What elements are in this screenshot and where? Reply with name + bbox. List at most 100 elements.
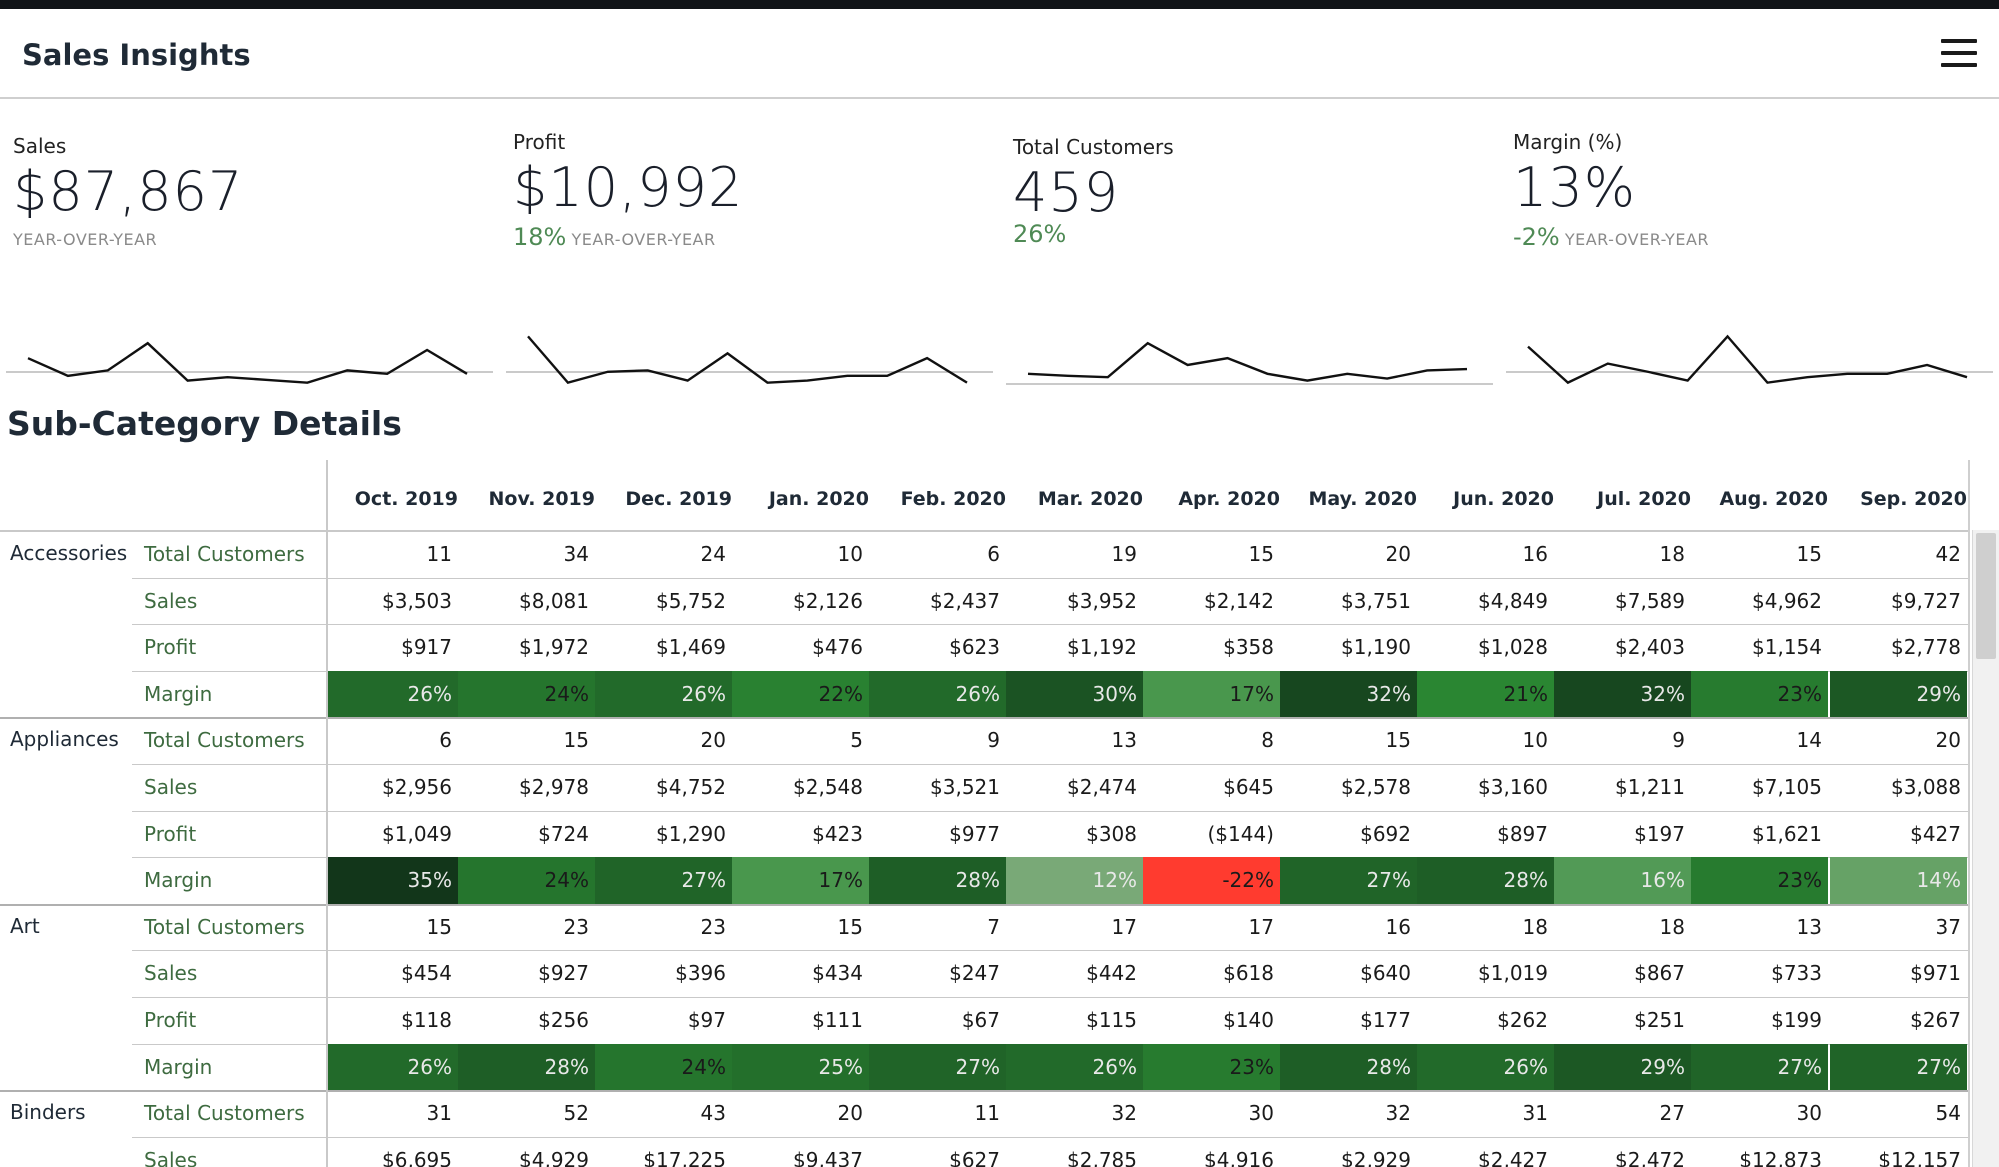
sales-cell[interactable]: $1,019 bbox=[1417, 950, 1554, 997]
sales-cell[interactable]: $3,521 bbox=[869, 764, 1006, 811]
sales-cell[interactable]: $3,503 bbox=[321, 578, 458, 625]
margin-cell[interactable]: 29% bbox=[1554, 1043, 1691, 1091]
customers-cell[interactable]: 20 bbox=[732, 1090, 869, 1137]
margin-cell[interactable]: 28% bbox=[869, 857, 1006, 904]
sales-cell[interactable]: $2,472 bbox=[1554, 1137, 1691, 1167]
margin-cell[interactable]: 17% bbox=[1143, 670, 1280, 718]
sales-cell[interactable]: $2,142 bbox=[1143, 578, 1280, 625]
margin-cell[interactable]: 27% bbox=[1691, 1043, 1828, 1091]
profit-cell[interactable]: $1,028 bbox=[1417, 624, 1554, 671]
profit-cell[interactable]: $111 bbox=[732, 997, 869, 1044]
customers-cell[interactable]: 32 bbox=[1280, 1090, 1417, 1137]
sales-cell[interactable]: $9,727 bbox=[1830, 578, 1967, 625]
profit-cell[interactable]: $1,192 bbox=[1006, 624, 1143, 671]
customers-cell[interactable]: 23 bbox=[458, 904, 595, 951]
customers-cell[interactable]: 5 bbox=[732, 717, 869, 764]
customers-cell[interactable]: 37 bbox=[1830, 904, 1967, 951]
profit-cell[interactable]: $2,403 bbox=[1554, 624, 1691, 671]
margin-cell[interactable]: 27% bbox=[869, 1043, 1006, 1091]
sales-cell[interactable]: $2,427 bbox=[1417, 1137, 1554, 1167]
margin-cell[interactable]: 24% bbox=[595, 1043, 732, 1091]
customers-cell[interactable]: 27 bbox=[1554, 1090, 1691, 1137]
margin-cell[interactable]: 25% bbox=[732, 1043, 869, 1091]
sales-cell[interactable]: $4,929 bbox=[458, 1137, 595, 1167]
profit-cell[interactable]: $267 bbox=[1830, 997, 1967, 1044]
profit-cell[interactable]: $118 bbox=[321, 997, 458, 1044]
customers-cell[interactable]: 20 bbox=[1830, 717, 1967, 764]
sales-cell[interactable]: $927 bbox=[458, 950, 595, 997]
profit-cell[interactable]: $724 bbox=[458, 811, 595, 858]
sales-cell[interactable]: $2,548 bbox=[732, 764, 869, 811]
sales-cell[interactable]: $4,916 bbox=[1143, 1137, 1280, 1167]
customers-cell[interactable]: 8 bbox=[1143, 717, 1280, 764]
sales-cell[interactable]: $2,929 bbox=[1280, 1137, 1417, 1167]
margin-cell[interactable]: 30% bbox=[1006, 670, 1143, 718]
profit-cell[interactable]: $692 bbox=[1280, 811, 1417, 858]
sales-cell[interactable]: $247 bbox=[869, 950, 1006, 997]
customers-cell[interactable]: 15 bbox=[458, 717, 595, 764]
profit-cell[interactable]: $256 bbox=[458, 997, 595, 1044]
sales-cell[interactable]: $971 bbox=[1830, 950, 1967, 997]
customers-cell[interactable]: 16 bbox=[1280, 904, 1417, 951]
customers-cell[interactable]: 10 bbox=[1417, 717, 1554, 764]
sales-cell[interactable]: $3,088 bbox=[1830, 764, 1967, 811]
margin-cell[interactable]: 14% bbox=[1830, 857, 1967, 904]
customers-cell[interactable]: 42 bbox=[1830, 531, 1967, 578]
margin-cell[interactable]: 27% bbox=[1830, 1043, 1967, 1091]
margin-cell[interactable]: 24% bbox=[458, 857, 595, 904]
sales-cell[interactable]: $645 bbox=[1143, 764, 1280, 811]
customers-cell[interactable]: 7 bbox=[869, 904, 1006, 951]
profit-cell[interactable]: $1,190 bbox=[1280, 624, 1417, 671]
profit-cell[interactable]: $1,049 bbox=[321, 811, 458, 858]
customers-cell[interactable]: 20 bbox=[595, 717, 732, 764]
profit-cell[interactable]: $358 bbox=[1143, 624, 1280, 671]
customers-cell[interactable]: 14 bbox=[1691, 717, 1828, 764]
profit-cell[interactable]: $197 bbox=[1554, 811, 1691, 858]
profit-cell[interactable]: $1,290 bbox=[595, 811, 732, 858]
profit-cell[interactable]: $251 bbox=[1554, 997, 1691, 1044]
sales-cell[interactable]: $17,225 bbox=[595, 1137, 732, 1167]
sales-cell[interactable]: $454 bbox=[321, 950, 458, 997]
sales-cell[interactable]: $9,437 bbox=[732, 1137, 869, 1167]
customers-cell[interactable]: 19 bbox=[1006, 531, 1143, 578]
margin-cell[interactable]: 24% bbox=[458, 670, 595, 718]
sales-cell[interactable]: $4,962 bbox=[1691, 578, 1828, 625]
margin-cell[interactable]: 23% bbox=[1691, 670, 1828, 718]
customers-cell[interactable]: 52 bbox=[458, 1090, 595, 1137]
sales-cell[interactable]: $7,105 bbox=[1691, 764, 1828, 811]
customers-cell[interactable]: 18 bbox=[1554, 904, 1691, 951]
sales-cell[interactable]: $12,873 bbox=[1691, 1137, 1828, 1167]
profit-cell[interactable]: $917 bbox=[321, 624, 458, 671]
margin-cell[interactable]: 28% bbox=[1417, 857, 1554, 904]
sales-cell[interactable]: $733 bbox=[1691, 950, 1828, 997]
sales-cell[interactable]: $396 bbox=[595, 950, 732, 997]
customers-cell[interactable]: 15 bbox=[321, 904, 458, 951]
profit-cell[interactable]: $67 bbox=[869, 997, 1006, 1044]
month-header[interactable]: Dec. 2019 bbox=[595, 484, 732, 514]
hamburger-menu-icon[interactable] bbox=[1939, 35, 1979, 71]
margin-cell[interactable]: 21% bbox=[1417, 670, 1554, 718]
month-header[interactable]: Nov. 2019 bbox=[458, 484, 595, 514]
profit-cell[interactable]: $476 bbox=[732, 624, 869, 671]
margin-cell[interactable]: 23% bbox=[1691, 857, 1828, 904]
customers-cell[interactable]: 6 bbox=[869, 531, 1006, 578]
margin-cell[interactable]: 26% bbox=[869, 670, 1006, 718]
margin-cell[interactable]: 26% bbox=[595, 670, 732, 718]
sales-cell[interactable]: $627 bbox=[869, 1137, 1006, 1167]
margin-cell[interactable]: 26% bbox=[327, 1043, 458, 1091]
customers-cell[interactable]: 23 bbox=[595, 904, 732, 951]
profit-cell[interactable]: $97 bbox=[595, 997, 732, 1044]
customers-cell[interactable]: 43 bbox=[595, 1090, 732, 1137]
sales-cell[interactable]: $434 bbox=[732, 950, 869, 997]
profit-cell[interactable]: $897 bbox=[1417, 811, 1554, 858]
profit-cell[interactable]: $262 bbox=[1417, 997, 1554, 1044]
customers-cell[interactable]: 15 bbox=[1143, 531, 1280, 578]
month-header[interactable]: Feb. 2020 bbox=[869, 484, 1006, 514]
month-header[interactable]: Oct. 2019 bbox=[321, 484, 458, 514]
sales-cell[interactable]: $618 bbox=[1143, 950, 1280, 997]
customers-cell[interactable]: 18 bbox=[1554, 531, 1691, 578]
category-label[interactable]: Art bbox=[10, 914, 40, 938]
margin-cell[interactable]: 16% bbox=[1554, 857, 1691, 904]
sales-cell[interactable]: $867 bbox=[1554, 950, 1691, 997]
month-header[interactable]: Aug. 2020 bbox=[1691, 484, 1828, 514]
